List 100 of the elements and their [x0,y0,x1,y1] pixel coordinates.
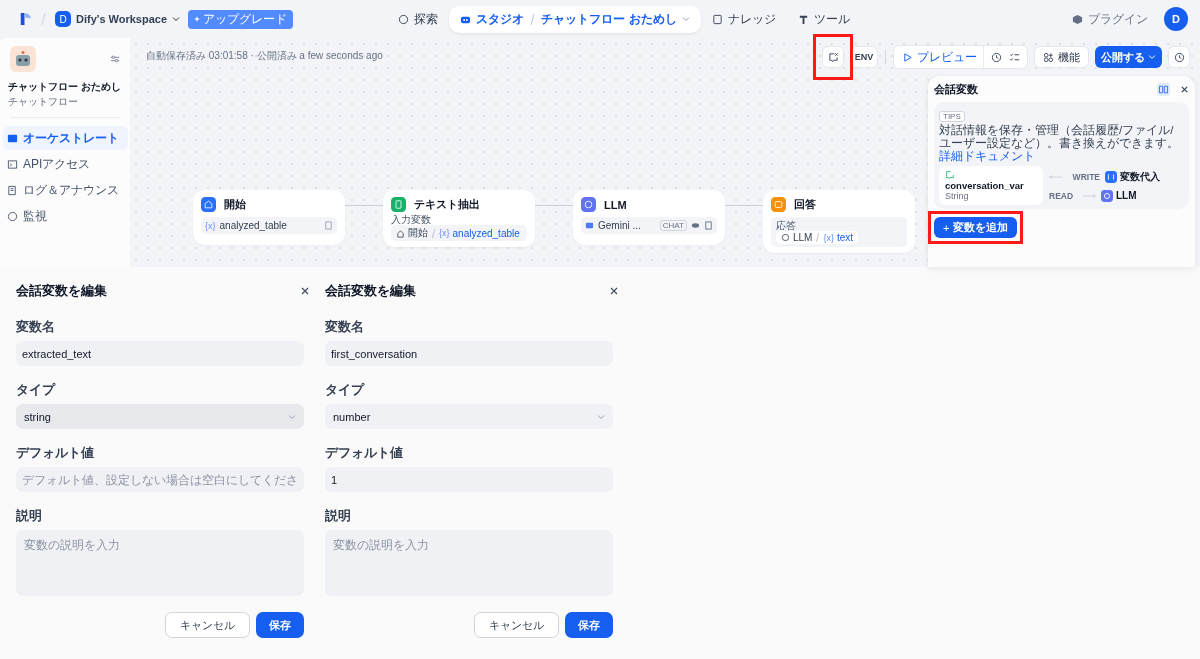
type-select[interactable]: number [325,404,613,429]
variable-prefix: {x} [823,232,834,243]
connector-line [535,205,573,206]
eye-icon [691,221,700,230]
caret-icon [288,412,296,421]
input-field[interactable]: first_conversation [325,341,613,366]
document-icon [7,184,18,196]
dialog-title: 会話変数を編集 [16,282,107,300]
workflow-node[interactable]: LLM Gemini ... CHAT [573,190,725,245]
hammer-icon [797,13,809,25]
nav-tab[interactable]: ツール [786,5,861,33]
history-icon [1173,51,1185,63]
variable-name: text [836,232,854,243]
terminal-icon [7,158,18,170]
input-field[interactable]: 1 [325,467,613,492]
input-label: 応答 [776,220,797,231]
connector-line [725,205,763,206]
app-name: チャットフロー おためし [8,80,122,94]
cancel-button[interactable]: キャンセル [474,612,559,638]
description-field[interactable]: 変数の説明を入力 [16,530,304,596]
node-title: LLM [604,198,627,211]
read-label: READ [1049,190,1075,201]
write-label: WRITE [1071,171,1100,182]
save-button[interactable]: 保存 [565,612,613,638]
source-label: LLM [793,232,813,243]
nav-tab[interactable]: スタジオ チャットフロー おためし [449,5,701,33]
cancel-button[interactable]: キャンセル [165,612,250,638]
workspace-name[interactable]: Dify's Workspace [76,13,168,25]
features-button[interactable]: 機能 [1034,46,1089,68]
app-label: チャットフロー おためし [541,10,677,28]
tab-label: スタジオ [476,10,525,28]
sidebar-item[interactable]: APIアクセス [3,152,128,176]
caret-icon [597,412,605,421]
window-icon [7,132,18,144]
save-button[interactable]: 保存 [256,612,304,638]
dialog-title: 会話変数を編集 [325,282,416,300]
variable-type: String [945,191,970,201]
document-icon [704,221,713,230]
variable-prefix: {x} [205,220,216,231]
tips-tag: TIPS [939,111,965,122]
variable-name: analyzed_table [452,227,520,239]
source-label: 開始 [408,226,428,240]
arrow-icon [1082,192,1096,199]
field-label: タイプ [16,382,57,398]
user-avatar[interactable]: D [1164,7,1188,31]
field-label: タイプ [325,382,366,398]
node-title: テキスト抽出 [414,197,480,212]
variable-icon [827,51,839,63]
input-field[interactable]: デフォルト値、設定しない場合は空白にしてくださ [16,467,304,492]
workflow-node[interactable]: テキスト抽出 入力変数 開始 {x} analyzed_table [383,190,535,247]
sidebar-item[interactable]: 監視 [3,204,128,228]
mode-tag: CHAT [659,220,687,231]
doc-link[interactable]: 詳細ドキュメント [939,150,1035,162]
node-title: 回答 [794,197,816,212]
close-icon[interactable] [1180,84,1189,94]
workflow-node[interactable]: 回答 応答 LLM {x} text [763,190,915,253]
highlight-frame [813,34,853,80]
close-icon[interactable] [300,286,310,296]
sliders-icon[interactable] [110,54,120,64]
variable-icon [945,170,955,180]
publish-button[interactable]: 公開する [1095,46,1162,68]
sidebar-item[interactable]: ログ＆アナウンス [3,178,128,202]
caret-icon[interactable] [172,15,181,23]
caret-icon [681,15,690,23]
caret-icon [1148,53,1156,61]
arrow-icon [1049,173,1063,180]
nav-tab[interactable]: 探索 [387,5,450,33]
field-label: 変数名 [16,319,56,335]
logo-icon[interactable] [20,11,32,27]
input-label: 入力変数 [391,214,432,225]
read-target: LLM [1116,190,1137,201]
add-variable-button[interactable]: + 変数を追加 [934,217,1018,238]
description-field[interactable]: 変数の説明を入力 [325,530,613,596]
app-type: チャットフロー [8,95,79,109]
home-icon [396,228,405,238]
connector-line [345,205,383,206]
document-icon [324,221,333,230]
cube-icon [1072,13,1083,25]
play-icon [902,51,913,63]
history-icon[interactable] [991,51,1002,63]
field-label: 変数名 [325,319,365,335]
robot-icon [10,46,36,72]
conversation-variable-button[interactable] [822,46,844,68]
tips-text: 対話情報を保存・管理（会話履歴/ファイル/ユーザー設定など）。書き換えができます。 詳細ドキュメント [939,124,1180,163]
node-title: 開始 [224,197,246,212]
type-select[interactable]: string [16,404,304,429]
field-label: 説明 [325,508,352,524]
input-field[interactable]: extracted_text [16,341,304,366]
field-label: デフォルト値 [16,445,95,461]
nav-tab[interactable]: ナレッジ [700,5,787,33]
plugins-link[interactable]: プラグイン [1072,10,1148,28]
field-label: デフォルト値 [325,445,404,461]
variable-name: conversation_var [945,180,1025,191]
checklist-icon[interactable] [1009,51,1020,63]
workflow-node[interactable]: 開始 {x} analyzed_table [193,190,345,245]
close-icon[interactable] [609,286,619,296]
version-history-button[interactable] [1168,46,1190,68]
field-label: 説明 [16,508,43,524]
sidebar-item[interactable]: オーケストレート [3,126,128,150]
assigner-icon [1105,170,1117,183]
